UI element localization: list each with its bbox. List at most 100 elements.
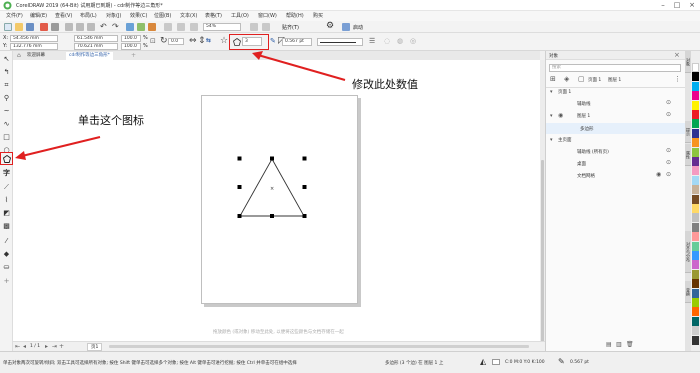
color-swatch[interactable] xyxy=(692,326,699,336)
parallel-dimension-tool-icon[interactable]: ⟋ xyxy=(2,183,11,192)
delete-icon[interactable]: 🗑 xyxy=(626,341,634,348)
copy-icon[interactable] xyxy=(76,23,84,31)
tree-layer-1[interactable]: 图层 1 xyxy=(577,113,590,119)
text-tool-icon[interactable]: 字 xyxy=(2,169,11,178)
last-page-icon[interactable]: ⇥ xyxy=(52,343,57,350)
y-position-field[interactable]: 132.776 mm xyxy=(10,43,58,50)
color-swatch[interactable] xyxy=(692,91,699,101)
gear-icon[interactable]: ⚙ xyxy=(326,21,334,31)
menu-window[interactable]: 窗口(W) xyxy=(258,12,277,19)
menu-effects[interactable]: 效果(C) xyxy=(130,12,147,19)
polygon-star-toggle-icon[interactable]: ☆ xyxy=(220,36,228,46)
color-swatch[interactable] xyxy=(692,298,699,307)
color-swatch[interactable] xyxy=(692,335,699,345)
menu-text[interactable]: 文本(X) xyxy=(180,12,197,19)
artistic-media-tool-icon[interactable]: ∿ xyxy=(2,120,11,129)
lock-icon[interactable]: ⊙ xyxy=(666,99,671,106)
color-swatch[interactable] xyxy=(692,175,699,185)
undo-icon[interactable]: ↶ xyxy=(100,22,107,31)
paste-icon[interactable] xyxy=(87,23,95,31)
pdf-icon[interactable] xyxy=(40,23,48,31)
zoom-level-field[interactable]: 54% xyxy=(203,23,241,31)
docker-search-input[interactable]: 搜索 xyxy=(549,64,681,72)
menu-help[interactable]: 帮助(H) xyxy=(286,12,304,19)
color-swatch[interactable] xyxy=(692,232,699,242)
snap-to-dropdown[interactable]: 贴齐(T) xyxy=(282,24,299,31)
edit-shape-icon[interactable]: ⇆ xyxy=(206,37,211,44)
redo-icon[interactable]: ↷ xyxy=(112,22,119,31)
document-page[interactable] xyxy=(201,95,358,304)
tree-master-page[interactable]: 主页面 xyxy=(558,137,572,143)
close-icon[interactable]: × xyxy=(685,1,699,10)
zoom-tool-icon[interactable]: ⚲ xyxy=(2,94,11,103)
import-icon[interactable] xyxy=(137,23,145,31)
export-icon[interactable] xyxy=(148,23,156,31)
tree-polygon[interactable]: 多边形 xyxy=(580,126,594,132)
docker-close-icon[interactable]: × xyxy=(674,51,680,59)
home-icon[interactable]: ⌂ xyxy=(17,52,21,59)
new-layer-icon[interactable]: ▤ xyxy=(606,341,612,348)
color-swatch[interactable] xyxy=(692,279,699,289)
quick-customize-icon[interactable]: ◎ xyxy=(410,37,416,45)
color-swatch[interactable] xyxy=(692,260,699,270)
color-swatch[interactable] xyxy=(692,166,699,176)
menu-file[interactable]: 文件(F) xyxy=(6,12,23,19)
color-swatch[interactable] xyxy=(692,213,699,223)
interactive-fill-tool-icon[interactable]: ◆ xyxy=(2,250,11,259)
tree-guides[interactable]: 辅助线 xyxy=(577,101,591,107)
color-swatch[interactable] xyxy=(692,81,699,91)
layout-icon[interactable] xyxy=(250,23,258,31)
height-field[interactable]: 70.621 mm xyxy=(74,43,118,50)
lock-icon[interactable]: ⊙ xyxy=(666,147,671,154)
lock-icon[interactable]: ⊙ xyxy=(666,111,671,118)
menu-object[interactable]: 对象(J) xyxy=(106,12,121,19)
color-swatch[interactable] xyxy=(692,288,699,298)
prev-page-icon[interactable]: ◂ xyxy=(23,343,26,350)
next-page-icon[interactable]: ▸ xyxy=(45,343,48,350)
transparency-tool-icon[interactable]: ▩ xyxy=(2,222,11,231)
minimize-icon[interactable]: – xyxy=(656,1,670,10)
smart-fill-tool-icon[interactable]: ⛀ xyxy=(2,263,11,272)
menu-view[interactable]: 查看(V) xyxy=(55,12,72,19)
maximize-icon[interactable]: □ xyxy=(670,1,684,10)
color-swatch[interactable] xyxy=(692,241,699,251)
cut-icon[interactable] xyxy=(65,23,73,31)
scale-width-field[interactable]: 100.0 xyxy=(121,35,141,42)
to-curves-icon[interactable]: ◌ xyxy=(384,37,390,45)
color-swatch[interactable] xyxy=(692,307,699,317)
shape-tool-icon[interactable]: ↰ xyxy=(2,68,11,77)
vertical-scroll-thumb[interactable] xyxy=(541,160,544,350)
expand-icon[interactable]: ▾ xyxy=(550,89,553,95)
color-swatch[interactable] xyxy=(692,110,699,119)
search-content-icon[interactable] xyxy=(126,23,134,31)
tree-all-guides[interactable]: 辅助线 (所有页) xyxy=(577,149,609,155)
expand-icon[interactable]: ▾ xyxy=(550,113,553,119)
launch-dropdown[interactable]: 启动 xyxy=(353,24,363,31)
color-swatch[interactable] xyxy=(692,194,699,204)
tree-desktop[interactable]: 桌面 xyxy=(577,161,586,167)
mirror-vertical-icon[interactable]: ⇕ xyxy=(198,36,206,46)
expand-icon[interactable]: ▾ xyxy=(550,137,553,143)
tab-welcome[interactable]: 欢迎屏幕 xyxy=(24,52,48,60)
new-master-layer-icon[interactable]: ▥ xyxy=(616,341,622,348)
fill-indicator-icon[interactable]: ◭ xyxy=(480,357,486,366)
color-swatch[interactable] xyxy=(692,316,699,326)
outline-indicator-icon[interactable]: ✎ xyxy=(558,357,565,366)
mirror-horizontal-icon[interactable]: ⇔ xyxy=(189,36,197,46)
color-swatch[interactable] xyxy=(692,128,699,138)
visibility-eye-icon[interactable]: ◉ xyxy=(656,171,661,178)
add-tool-icon[interactable]: + xyxy=(2,277,11,286)
save-icon[interactable] xyxy=(26,23,34,31)
width-field[interactable]: 61.546 mm xyxy=(74,35,118,42)
color-swatch[interactable] xyxy=(692,157,699,166)
menu-buy[interactable]: 购买 xyxy=(313,12,323,19)
drop-shadow-tool-icon[interactable]: ◩ xyxy=(2,209,11,218)
rectangle-tool-icon[interactable]: □ xyxy=(2,133,11,142)
lock-icon[interactable]: ⊙ xyxy=(666,171,671,178)
color-swatch[interactable] xyxy=(692,185,699,195)
full-screen-icon[interactable] xyxy=(164,23,172,31)
add-tab-icon[interactable]: + xyxy=(131,52,136,59)
wrap-text-icon[interactable]: ☰ xyxy=(369,37,375,45)
page-view-icon[interactable]: ⊞ xyxy=(550,75,556,83)
polygon-sides-field[interactable]: 3 xyxy=(242,37,262,46)
